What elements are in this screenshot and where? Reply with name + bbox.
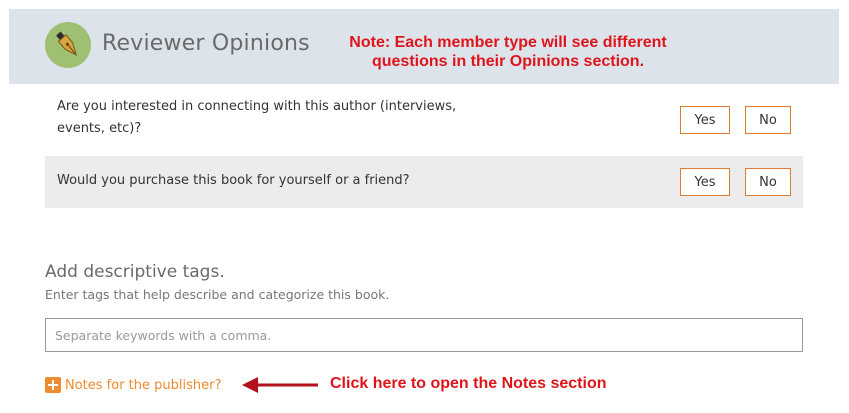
section-title: Reviewer Opinions [102, 31, 310, 56]
plus-square-icon[interactable] [45, 377, 61, 393]
yes-button[interactable]: Yes [680, 106, 730, 134]
yes-button[interactable]: Yes [680, 168, 730, 196]
tags-subtext: Enter tags that help describe and catego… [45, 287, 390, 302]
question-text: Would you purchase this book for yoursel… [57, 173, 410, 188]
question-row: Are you interested in connecting with th… [45, 86, 803, 154]
no-button[interactable]: No [745, 168, 791, 196]
tags-heading: Add descriptive tags. [45, 262, 225, 282]
question-row: Would you purchase this book for yoursel… [45, 156, 803, 208]
member-type-note: Note: Each member type will see differen… [300, 33, 716, 71]
arrow-left-icon [242, 377, 318, 393]
fountain-pen-icon [45, 22, 91, 68]
notes-link-label[interactable]: Notes for the publisher? [65, 378, 221, 393]
notes-toggle-link[interactable]: Notes for the publisher? [45, 376, 221, 394]
tags-input[interactable] [45, 318, 803, 352]
question-text: Are you interested in connecting with th… [57, 99, 457, 136]
note-line-1: Note: Each member type will see differen… [349, 34, 667, 51]
note-line-2: questions in their Opinions section. [371, 53, 645, 70]
notes-instruction-callout: Click here to open the Notes section [330, 375, 607, 392]
no-button[interactable]: No [745, 106, 791, 134]
